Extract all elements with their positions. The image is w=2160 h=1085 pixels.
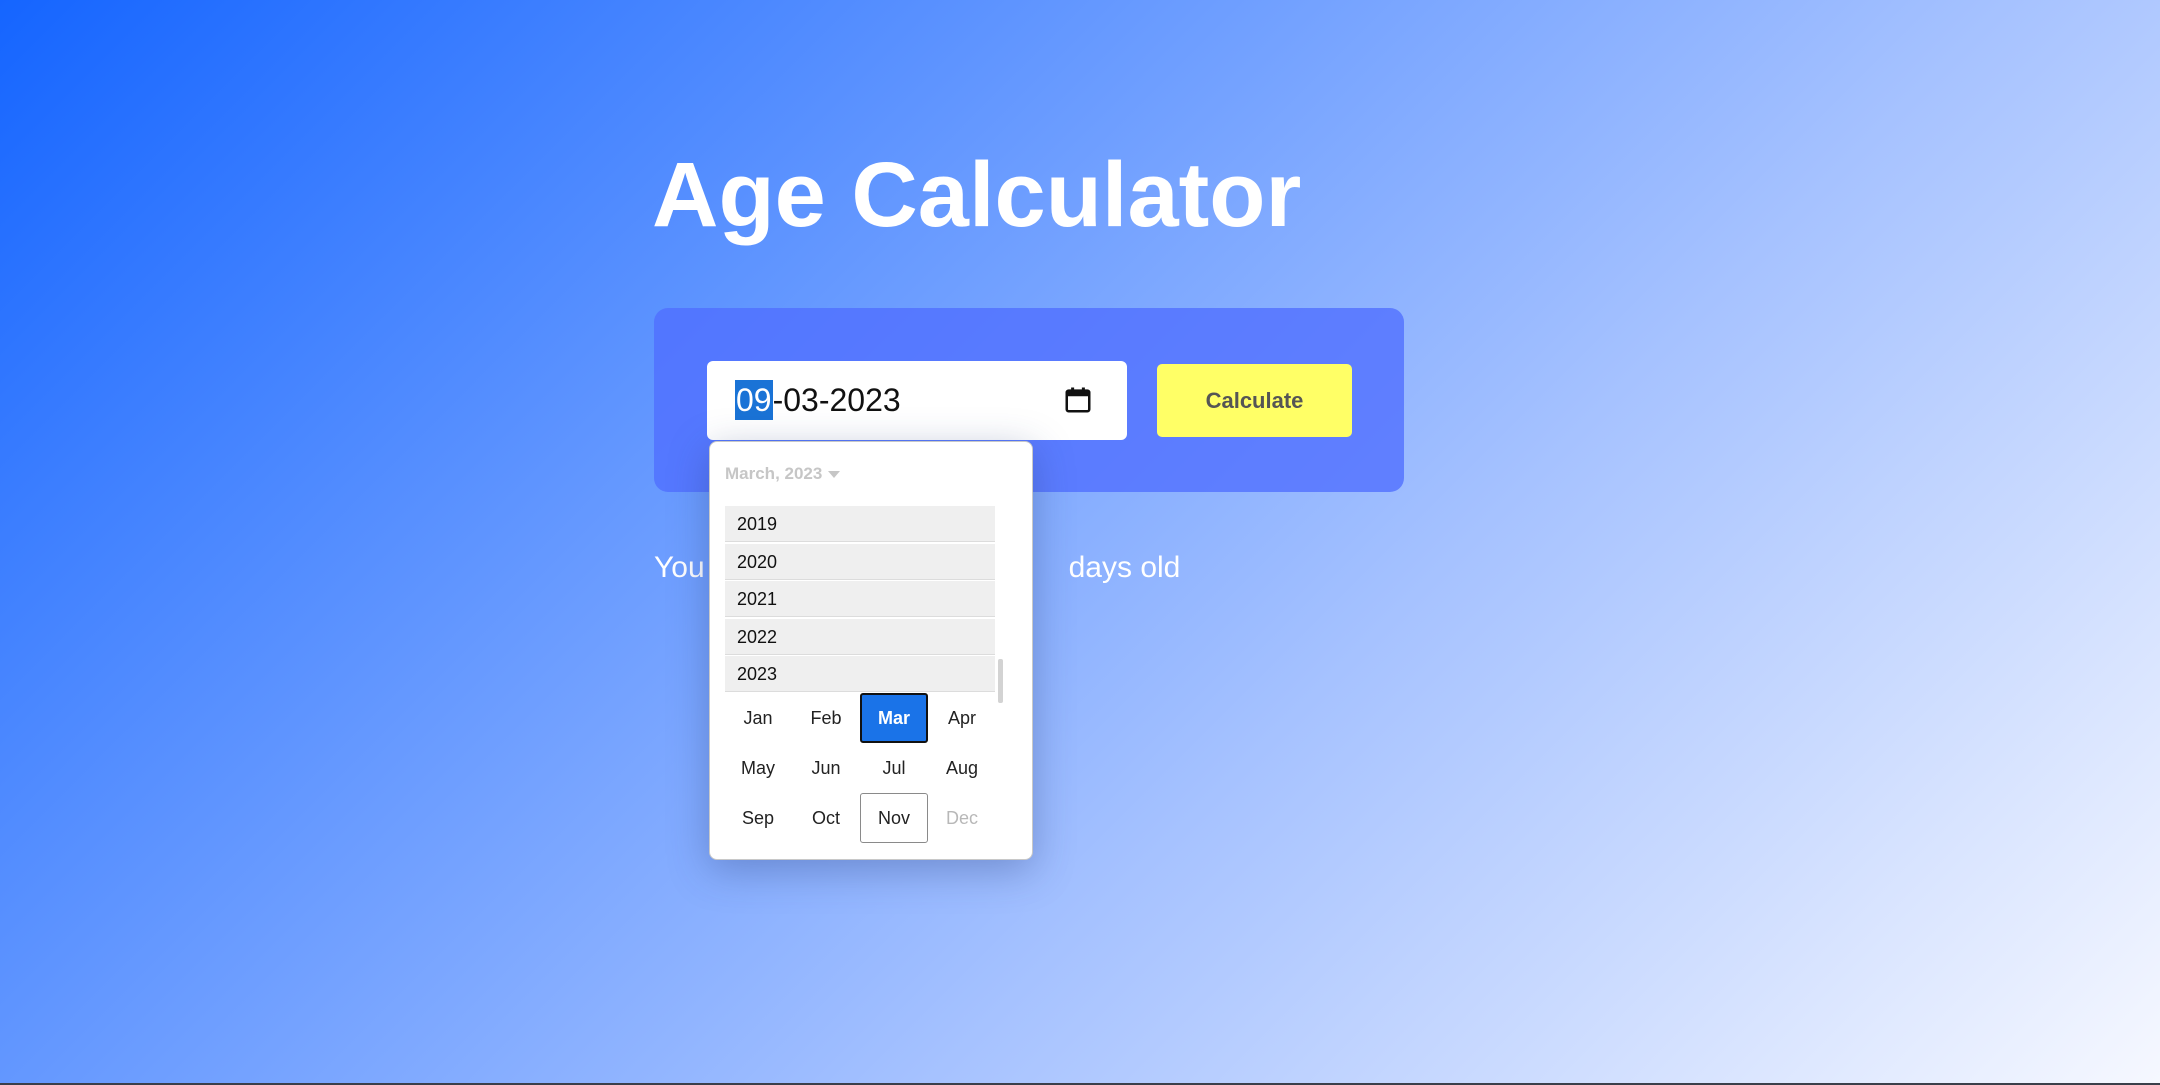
- month-option-may[interactable]: May: [724, 743, 792, 793]
- month-option-mar[interactable]: Mar: [860, 693, 928, 743]
- month-year-header[interactable]: March, 2023: [725, 464, 841, 484]
- date-day-segment[interactable]: 09: [735, 380, 773, 420]
- date-value: 09-03-2023: [735, 361, 901, 440]
- month-year-label: March, 2023: [725, 464, 823, 483]
- month-option-aug[interactable]: Aug: [928, 743, 996, 793]
- result-prefix: You: [654, 551, 705, 584]
- month-option-sep[interactable]: Sep: [724, 793, 792, 843]
- year-option[interactable]: 2019: [725, 506, 995, 542]
- month-option-oct[interactable]: Oct: [792, 793, 860, 843]
- month-grid: Jan Feb Mar Apr May Jun Jul Aug Sep Oct Nov Dec: [724, 693, 996, 843]
- date-picker-popup: March, 2023 2019 2020 2021 2022 2023 Jan Feb M…: [709, 441, 1033, 860]
- date-month-segment[interactable]: 03: [783, 382, 819, 418]
- year-option[interactable]: 2020: [725, 543, 995, 580]
- year-option[interactable]: 2022: [725, 618, 995, 655]
- month-option-apr[interactable]: Apr: [928, 693, 996, 743]
- year-list: 2019 2020 2021 2022 2023: [725, 506, 995, 694]
- month-option-jun[interactable]: Jun: [792, 743, 860, 793]
- year-option[interactable]: 2023: [725, 656, 995, 692]
- year-list-scrollbar[interactable]: [998, 659, 1003, 703]
- result-suffix: days old: [1068, 551, 1181, 584]
- date-year-segment[interactable]: 2023: [830, 382, 901, 418]
- birthdate-input[interactable]: 09-03-2023: [707, 361, 1127, 440]
- month-option-dec: Dec: [945, 807, 978, 828]
- date-separator: -: [772, 382, 784, 418]
- page-title: Age Calculator: [652, 144, 1302, 246]
- month-option-jan[interactable]: Jan: [724, 693, 792, 743]
- calendar-icon[interactable]: [1063, 385, 1093, 415]
- year-option[interactable]: 2021: [725, 581, 995, 617]
- month-option-feb[interactable]: Feb: [792, 693, 860, 743]
- date-separator: -: [818, 382, 830, 418]
- calculate-button[interactable]: Calculate: [1157, 364, 1352, 437]
- month-option-nov[interactable]: Nov: [860, 793, 928, 843]
- month-option-jul[interactable]: Jul: [860, 743, 928, 793]
- caret-down-icon: [828, 471, 841, 479]
